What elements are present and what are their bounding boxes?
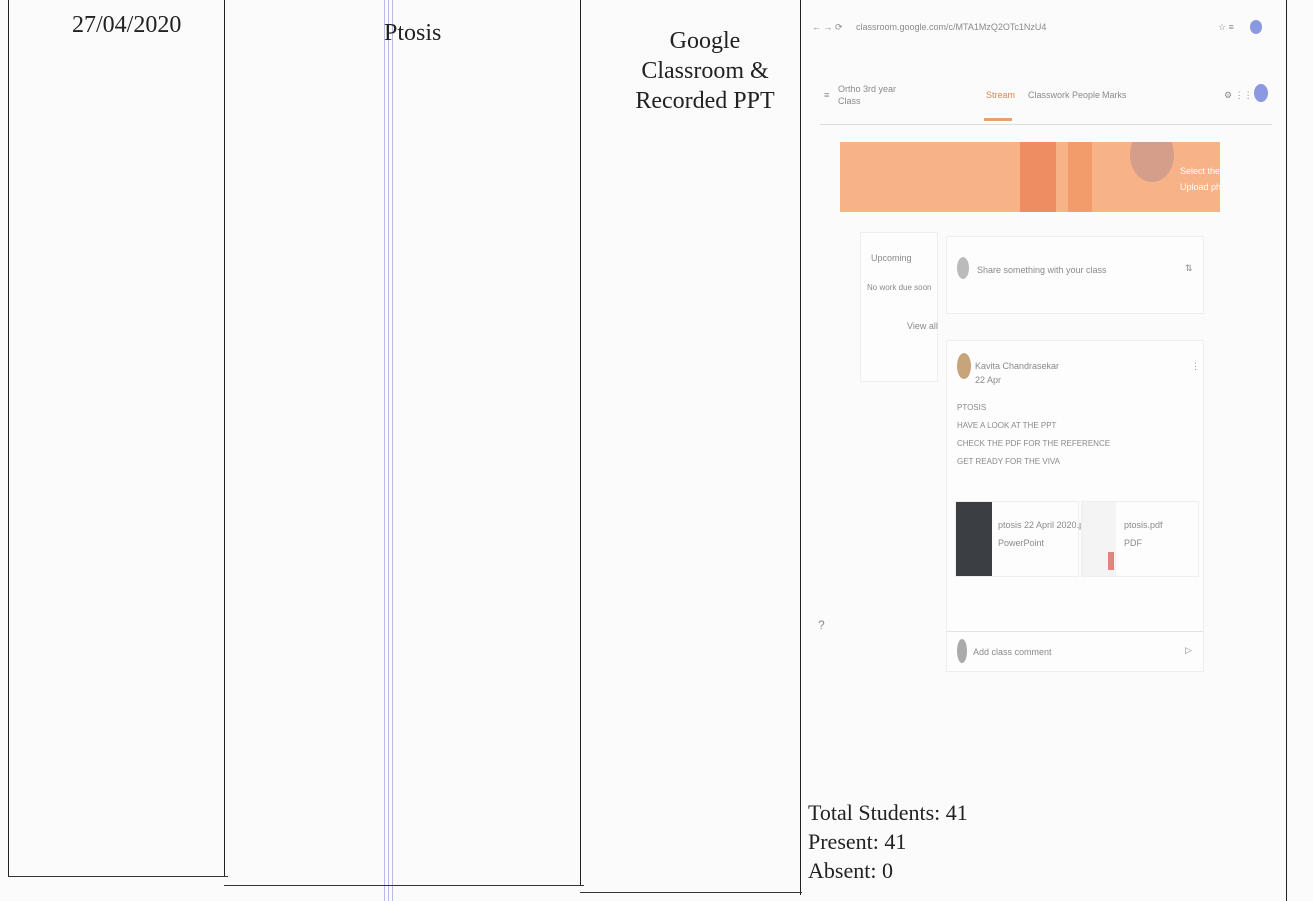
more-options-icon: ⋮ — [1191, 361, 1200, 371]
help-icon: ? — [818, 618, 825, 632]
post-card: Kavita Chandrasekar 22 Apr ⋮ PTOSIS HAVE… — [946, 340, 1204, 672]
absent-count: Absent: 0 — [808, 858, 893, 883]
profile-avatar — [1250, 20, 1262, 34]
upcoming-subtitle: No work due soon — [867, 283, 932, 292]
send-icon: ▷ — [1185, 645, 1192, 655]
scan-artifact-line — [388, 0, 389, 901]
profile-avatar — [1254, 84, 1268, 102]
banner-stripe — [1020, 142, 1056, 212]
attachment-name: ptosis.pdf — [1124, 520, 1163, 530]
attachment-type: PDF — [1124, 538, 1142, 548]
pptx-thumbnail — [956, 502, 992, 576]
post-line: HAVE A LOOK AT THE PPT — [957, 421, 1057, 430]
scan-artifact-line — [392, 0, 393, 901]
column-divider — [800, 0, 801, 895]
post-line: GET READY FOR THE VIVA — [957, 457, 1060, 466]
comment-placeholder: Add class comment — [973, 647, 1052, 657]
tab-people: People — [1072, 90, 1101, 100]
mode-line: Google — [669, 28, 741, 54]
table-border-bottom — [8, 876, 228, 877]
total-students: Total Students: 41 — [808, 800, 968, 825]
table-border-bottom — [580, 892, 802, 893]
table-border-right — [1286, 0, 1287, 901]
tab-stream: Stream — [986, 90, 1016, 100]
avatar — [957, 257, 969, 279]
attachment-type: PowerPoint — [998, 538, 1045, 548]
mode-line: Classroom & — [641, 58, 769, 84]
upload-photo-link: Upload photo — [1180, 182, 1220, 192]
announce-placeholder: Share something with your class — [977, 265, 1107, 275]
class-section: Class — [838, 96, 861, 106]
banner-illustration — [1130, 142, 1174, 182]
class-name: Ortho 3rd year — [838, 84, 897, 94]
mode-line: Recorded PPT — [635, 88, 775, 114]
pdf-icon — [1108, 552, 1114, 570]
upcoming-title: Upcoming — [871, 253, 912, 263]
avatar — [957, 639, 967, 663]
date-cell: 27/04/2020 — [72, 12, 182, 38]
table-border-bottom — [224, 885, 584, 886]
star-icon: ☆ ≡ — [1218, 22, 1234, 32]
class-banner: Select theme Upload photo — [840, 142, 1220, 212]
repost-icon: ⇅ — [1185, 263, 1193, 273]
menu-icon: ≡ — [824, 90, 830, 100]
tab-marks: Marks — [1102, 90, 1127, 100]
attendance-sheet: 27/04/2020 Ptosis Google Classroom & Rec… — [0, 0, 1313, 901]
attendance-stats: Total Students: 41 Present: 41 Absent: 0 — [808, 798, 968, 885]
classroom-header: ≡ Ortho 3rd year Class Stream Classwork … — [820, 72, 1272, 125]
post-author: Kavita Chandrasekar — [975, 361, 1060, 371]
announce-box: Share something with your class ⇅ — [946, 236, 1204, 314]
attachment-pdf: ptosis.pdf PDF — [1081, 501, 1199, 577]
active-tab-indicator — [984, 118, 1012, 121]
scan-artifact-line — [384, 0, 385, 901]
settings-icon: ⚙ ⋮⋮ — [1224, 90, 1253, 100]
author-avatar — [957, 353, 971, 379]
browser-url-bar: ← → ⟳ classroom.google.com/c/MTA1MzQ2OTc… — [812, 14, 1272, 40]
url-text: classroom.google.com/c/MTA1MzQ2OTc1NzU4 — [856, 22, 1047, 32]
tab-classwork: Classwork — [1028, 90, 1070, 100]
post-line: CHECK THE PDF FOR THE REFERENCE — [957, 439, 1111, 448]
table-border-left — [8, 0, 9, 876]
divider — [947, 631, 1203, 632]
banner-stripe — [1068, 142, 1092, 212]
topic-cell: Ptosis — [384, 20, 442, 46]
post-date: 22 Apr — [975, 375, 1002, 385]
view-all-link: View all — [907, 321, 938, 331]
column-divider — [224, 0, 225, 876]
mode-cell: Google Classroom & Recorded PPT — [610, 26, 800, 116]
present-count: Present: 41 — [808, 829, 907, 854]
select-theme-link: Select theme — [1180, 166, 1220, 176]
classroom-screenshot: ← → ⟳ classroom.google.com/c/MTA1MzQ2OTc… — [812, 14, 1282, 682]
column-divider — [580, 0, 581, 886]
post-line: PTOSIS — [957, 403, 987, 412]
upcoming-panel: Upcoming No work due soon View all — [860, 232, 938, 382]
attachment-pptx: ptosis 22 April 2020.pptx PowerPoint — [955, 501, 1096, 577]
nav-arrows-icon: ← → ⟳ — [812, 22, 843, 32]
